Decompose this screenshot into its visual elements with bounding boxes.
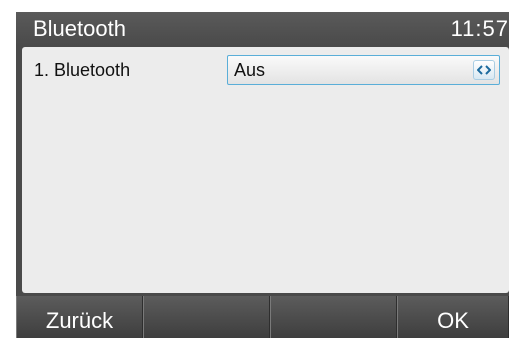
setting-label-bluetooth: 1. Bluetooth [34, 60, 131, 80]
title-bar: Bluetooth 11:57 [16, 12, 509, 46]
setting-row-bluetooth[interactable]: 1. Bluetooth Aus [22, 53, 509, 87]
softkey-3[interactable] [270, 296, 397, 338]
bluetooth-selected-value: Aus [234, 60, 266, 80]
softkey-bar: Zurück OK [16, 296, 509, 338]
clock: 11:57 [450, 16, 509, 41]
phone-screen: Bluetooth 11:57 1. Bluetooth Aus Zurück … [16, 12, 509, 338]
settings-panel: 1. Bluetooth Aus [22, 47, 509, 293]
softkey-back[interactable]: Zurück [16, 296, 143, 338]
softkey-ok[interactable]: OK [397, 296, 509, 338]
left-right-arrows-icon[interactable] [473, 60, 495, 80]
screen-title: Bluetooth [33, 16, 126, 41]
softkey-2[interactable] [143, 296, 270, 338]
bluetooth-value-selector[interactable]: Aus [227, 55, 500, 85]
